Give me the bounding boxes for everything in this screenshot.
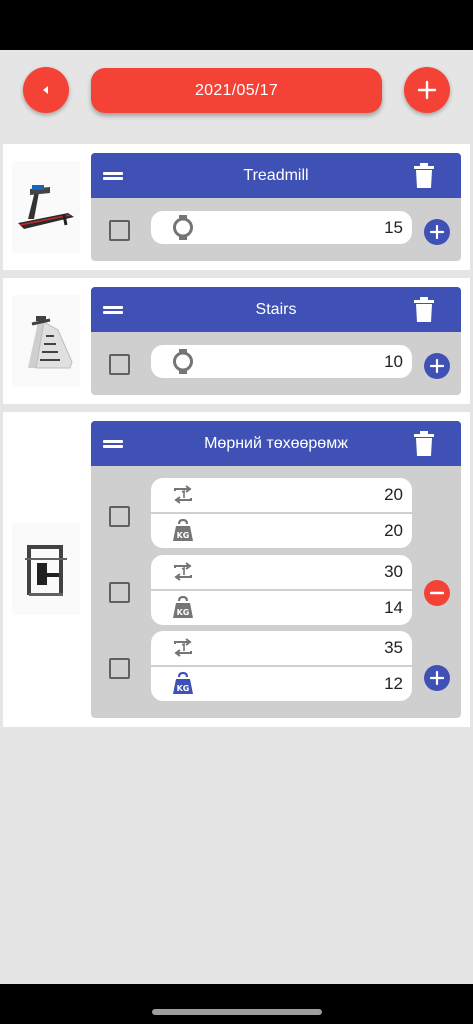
set-checkbox[interactable]	[109, 220, 130, 241]
trash-icon[interactable]	[413, 297, 435, 322]
exercise-title: Treadmill	[243, 167, 309, 184]
kettlebell-kg-icon: KG	[173, 518, 193, 541]
date-label: 2021/05/17	[194, 81, 279, 99]
exercise-card-shoulder-machine: Мөрний төхөөрөмж 20 KG 20 30 KG 14 35 KG…	[3, 412, 470, 727]
add-set-button[interactable]	[424, 353, 450, 379]
back-button[interactable]	[23, 67, 69, 113]
reps-value: 35	[384, 638, 403, 657]
drag-handle-icon[interactable]	[103, 306, 123, 314]
treadmill-image	[12, 161, 80, 253]
weight-value: 14	[384, 598, 403, 617]
set-checkbox[interactable]	[109, 582, 130, 603]
exercise-header: Treadmill	[91, 153, 461, 198]
set-row: 20 KG 20	[151, 478, 412, 548]
treadmill-illustration	[18, 185, 74, 229]
kettlebell-kg-icon: KG	[173, 671, 193, 694]
system-navigation-bar	[0, 984, 473, 1024]
add-set-button[interactable]	[424, 665, 450, 691]
exercise-title: Мөрний төхөөрөмж	[204, 435, 348, 452]
svg-text:KG: KG	[177, 684, 190, 693]
weight-field[interactable]: KG 12	[151, 667, 412, 701]
date-selector-button[interactable]: 2021/05/17	[91, 68, 382, 113]
svg-text:KG: KG	[177, 531, 190, 540]
weight-value: 20	[384, 521, 403, 540]
reps-field[interactable]: 30	[151, 555, 412, 589]
stopwatch-icon	[173, 215, 193, 240]
add-set-button[interactable]	[424, 219, 450, 245]
plus-icon	[430, 359, 444, 373]
set-row: 35 KG 12	[151, 631, 412, 701]
plus-icon	[417, 80, 437, 100]
weight-value: 12	[384, 674, 403, 693]
set-checkbox[interactable]	[109, 506, 130, 527]
stair-climber-image	[12, 295, 80, 387]
set-row: 30 KG 14	[151, 555, 412, 625]
time-field[interactable]: 10	[151, 345, 412, 378]
weight-field[interactable]: KG 20	[151, 514, 412, 548]
drag-handle-icon[interactable]	[103, 172, 123, 180]
exercise-panel: Мөрний төхөөрөмж 20 KG 20 30 KG 14 35 KG…	[91, 421, 461, 718]
trash-icon[interactable]	[413, 431, 435, 456]
add-exercise-button[interactable]	[404, 67, 450, 113]
exercise-panel: Stairs 10	[91, 287, 461, 395]
stair-climber-illustration	[28, 316, 73, 369]
svg-text:KG: KG	[177, 608, 190, 617]
stopwatch-icon	[173, 349, 193, 374]
time-value: 10	[384, 352, 403, 371]
exercise-header: Мөрний төхөөрөмж	[91, 421, 461, 466]
remove-set-button[interactable]	[424, 580, 450, 606]
exercise-panel: Treadmill 15	[91, 153, 461, 261]
shoulder-machine-illustration	[25, 545, 67, 596]
drag-handle-icon[interactable]	[103, 440, 123, 448]
repeat-one-icon	[174, 638, 192, 657]
plus-icon	[430, 671, 444, 685]
kettlebell-kg-icon: KG	[173, 595, 193, 618]
trash-icon[interactable]	[413, 163, 435, 188]
reps-value: 30	[384, 562, 403, 581]
home-indicator[interactable]	[152, 1009, 322, 1015]
exercise-card-stairs: Stairs 10	[3, 278, 470, 404]
exercise-header: Stairs	[91, 287, 461, 332]
set-checkbox[interactable]	[109, 658, 130, 679]
repeat-one-icon	[174, 485, 192, 504]
repeat-one-icon	[174, 562, 192, 581]
reps-field[interactable]: 35	[151, 631, 412, 665]
exercise-card-treadmill: Treadmill 15	[3, 144, 470, 270]
time-value: 15	[384, 218, 403, 237]
time-field[interactable]: 15	[151, 211, 412, 244]
reps-value: 20	[384, 485, 403, 504]
status-bar	[0, 0, 473, 50]
reps-field[interactable]: 20	[151, 478, 412, 512]
shoulder-machine-image	[12, 523, 80, 615]
weight-field[interactable]: KG 14	[151, 591, 412, 625]
exercise-title: Stairs	[255, 301, 297, 318]
minus-icon	[430, 591, 444, 595]
set-checkbox[interactable]	[109, 354, 130, 375]
caret-left-icon	[43, 86, 48, 94]
plus-icon	[430, 225, 444, 239]
